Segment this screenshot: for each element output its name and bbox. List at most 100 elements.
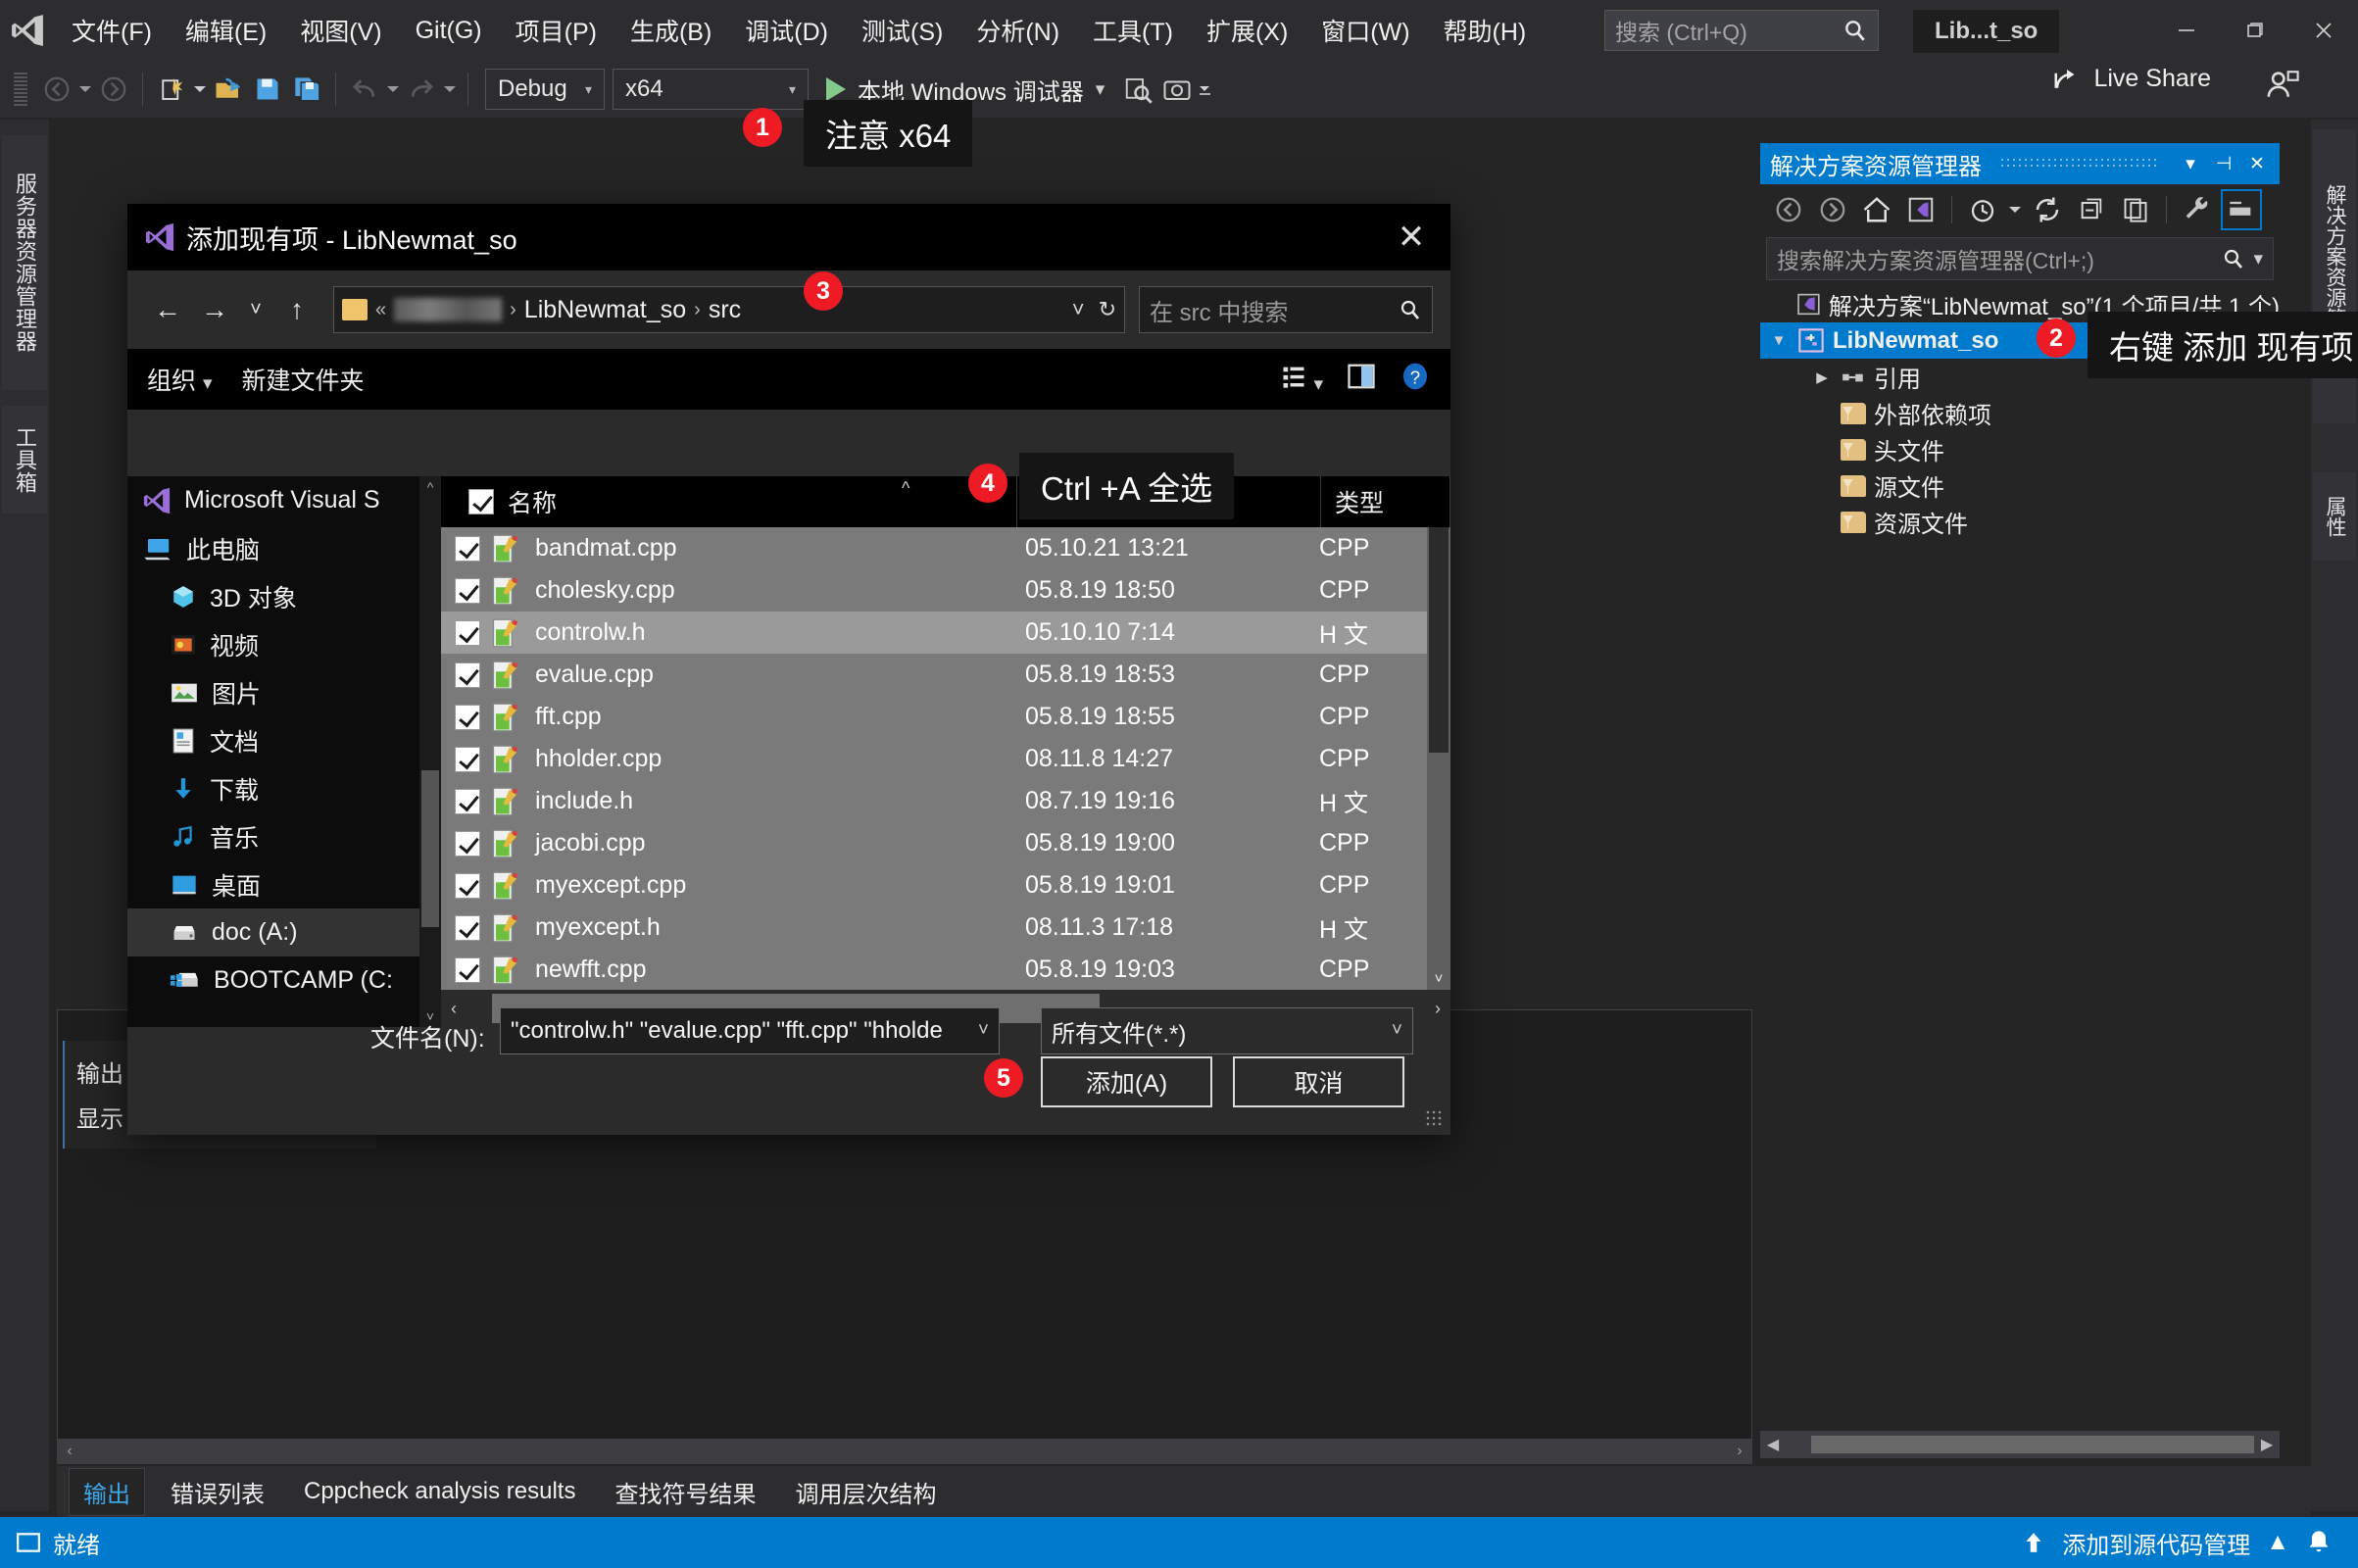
menu-help[interactable]: 帮助(H) [1427, 0, 1544, 61]
menu-analyze[interactable]: 分析(N) [959, 0, 1076, 61]
nav-item-videos[interactable]: 视频 [127, 620, 441, 668]
cancel-button[interactable]: 取消 [1233, 1056, 1404, 1107]
dialog-up-button[interactable]: ↑ [274, 287, 319, 332]
breadcrumb-src[interactable]: src [709, 296, 741, 324]
scroll-thumb[interactable] [421, 770, 439, 927]
notification-bell-icon[interactable] [2305, 1529, 2333, 1556]
tree-node-resource-files[interactable]: 资源文件 [1760, 504, 2280, 540]
row-checkbox[interactable] [455, 577, 480, 604]
se-pending-changes-button[interactable] [1962, 189, 2003, 230]
undo-button[interactable] [345, 68, 384, 111]
toolbar-grip[interactable] [14, 73, 27, 106]
live-share-button[interactable]: Live Share [2052, 65, 2211, 93]
save-button[interactable] [248, 68, 287, 111]
new-project-dropdown[interactable] [191, 68, 209, 111]
filetype-select[interactable]: 所有文件(*.*) ˅ [1041, 1007, 1413, 1054]
scroll-left-icon[interactable]: ‹ [441, 999, 467, 1019]
tab-find-symbol-results[interactable]: 查找符号结果 [601, 1469, 769, 1515]
table-row[interactable]: cholesky.cpp 05.8.19 18:50 CPP [441, 569, 1450, 612]
column-header-type[interactable]: 类型 [1321, 476, 1450, 527]
tab-error-list[interactable]: 错误列表 [157, 1469, 278, 1515]
select-all-checkbox[interactable] [468, 489, 494, 514]
table-row[interactable]: myexcept.h 08.11.3 17:18 H 文 [441, 906, 1450, 949]
file-list-vertical-scrollbar[interactable]: ˅ [1427, 527, 1450, 990]
tree-node-external-deps[interactable]: 外部依赖项 [1760, 395, 2280, 431]
solution-platform-select[interactable]: x64 ▾ [613, 69, 809, 110]
menu-edit[interactable]: 编辑(E) [169, 0, 283, 61]
table-row[interactable]: fft.cpp 05.8.19 18:55 CPP [441, 696, 1450, 738]
menu-git[interactable]: Git(G) [399, 0, 499, 61]
tab-output[interactable]: 输出 [69, 1467, 145, 1516]
nav-item-pictures[interactable]: 图片 [127, 668, 441, 716]
table-row[interactable]: hholder.cpp 08.11.8 14:27 CPP [441, 738, 1450, 780]
nav-item-desktop[interactable]: 桌面 [127, 860, 441, 908]
file-list[interactable]: bandmat.cpp 05.10.21 13:21 CPP cholesky.… [441, 527, 1450, 990]
open-file-button[interactable] [209, 68, 248, 111]
scroll-right-icon[interactable]: › [1727, 1439, 1752, 1464]
menu-view[interactable]: 视图(V) [283, 0, 398, 61]
tab-cppcheck-results[interactable]: Cppcheck analysis results [290, 1472, 589, 1511]
breadcrumb-overflow[interactable]: « [375, 299, 386, 321]
global-search-input[interactable]: 搜索 (Ctrl+Q) [1604, 10, 1879, 51]
row-checkbox[interactable] [455, 619, 480, 646]
tree-twisty-expanded-icon[interactable]: ▼ [1768, 332, 1790, 349]
dialog-address-bar[interactable]: « › LibNewmat_so › src ˅ ↻ [333, 286, 1125, 333]
dialog-recent-locations-button[interactable]: ˅ [239, 287, 272, 332]
table-row[interactable]: include.h 08.7.19 19:16 H 文 [441, 780, 1450, 822]
menu-project[interactable]: 项目(P) [499, 0, 614, 61]
address-dropdown-icon[interactable]: ˅ [1072, 297, 1085, 322]
menu-test[interactable]: 测试(S) [845, 0, 959, 61]
menu-build[interactable]: 生成(B) [614, 0, 728, 61]
redo-dropdown[interactable] [441, 68, 459, 111]
table-row[interactable]: controlw.h 05.10.10 7:14 H 文 [441, 612, 1450, 654]
chevron-down-icon[interactable]: ˅ [978, 1020, 989, 1042]
tab-toolbox[interactable]: 工具箱 [2, 406, 47, 514]
new-project-button[interactable] [152, 68, 191, 111]
table-row[interactable]: newfft.cpp 05.8.19 19:03 CPP [441, 949, 1450, 990]
nav-item-downloads[interactable]: 下载 [127, 764, 441, 812]
menu-window[interactable]: 窗口(W) [1304, 0, 1426, 61]
row-checkbox[interactable] [455, 830, 480, 857]
refresh-icon[interactable]: ↻ [1099, 297, 1116, 322]
se-refresh-button[interactable] [2027, 189, 2068, 230]
se-search-dropdown-icon[interactable]: ▾ [2253, 248, 2263, 270]
minimize-button[interactable] [2152, 0, 2221, 61]
row-checkbox[interactable] [455, 704, 480, 730]
se-show-all-files-button[interactable] [2115, 189, 2156, 230]
caret-up-icon[interactable]: ▲ [2266, 1529, 2289, 1556]
tree-twisty-collapsed-icon[interactable]: ▶ [1811, 368, 1833, 386]
tab-properties[interactable]: 属性 [2313, 472, 2356, 561]
chevron-down-icon[interactable]: ˅ [1392, 1020, 1402, 1042]
navigate-forward-button[interactable] [94, 68, 133, 111]
row-checkbox[interactable] [455, 788, 480, 814]
se-pending-dropdown[interactable] [2006, 188, 2024, 231]
row-checkbox[interactable] [455, 872, 480, 899]
solution-explorer-search-input[interactable]: 搜索解决方案资源管理器(Ctrl+;) ▾ [1766, 237, 2274, 280]
tab-solution-explorer[interactable]: 解决方案资源管理器 [2313, 129, 2356, 423]
tree-node-source-files[interactable]: 源文件 [1760, 467, 2280, 504]
table-row[interactable]: bandmat.cpp 05.10.21 13:21 CPP [441, 527, 1450, 569]
row-checkbox[interactable] [455, 535, 480, 562]
table-row[interactable]: evalue.cpp 05.8.19 18:53 CPP [441, 654, 1450, 696]
account-button[interactable] [2266, 69, 2299, 105]
panel-pin-button[interactable]: ⊣ [2211, 151, 2236, 176]
nav-item-music[interactable]: 音乐 [127, 812, 441, 860]
save-all-button[interactable] [287, 68, 326, 111]
dialog-resize-grip[interactable] [1425, 1109, 1443, 1127]
nav-item-doc-drive[interactable]: doc (A:) [127, 908, 441, 956]
dialog-search-input[interactable]: 在 src 中搜索 [1139, 286, 1433, 333]
scroll-left-icon[interactable]: ‹ [57, 1439, 82, 1464]
select-startup-item-button[interactable] [1118, 68, 1157, 111]
new-folder-button[interactable]: 新建文件夹 [242, 362, 365, 397]
menu-extensions[interactable]: 扩展(X) [1190, 0, 1304, 61]
column-header-name[interactable]: 名称 [441, 476, 1017, 527]
table-row[interactable]: myexcept.cpp 05.8.19 19:01 CPP [441, 864, 1450, 906]
se-collapse-all-button[interactable] [2071, 189, 2112, 230]
tab-server-explorer[interactable]: 服务器资源管理器 [2, 135, 47, 390]
se-preview-pane-button[interactable] [2221, 189, 2262, 230]
tab-call-hierarchy[interactable]: 调用层次结构 [781, 1469, 950, 1515]
scroll-thumb[interactable] [1429, 527, 1449, 753]
se-switch-views-button[interactable] [1900, 189, 1941, 230]
table-row[interactable]: jacobi.cpp 05.8.19 19:00 CPP [441, 822, 1450, 864]
nav-pane-scrollbar[interactable]: ^ ˅ [419, 476, 441, 1027]
